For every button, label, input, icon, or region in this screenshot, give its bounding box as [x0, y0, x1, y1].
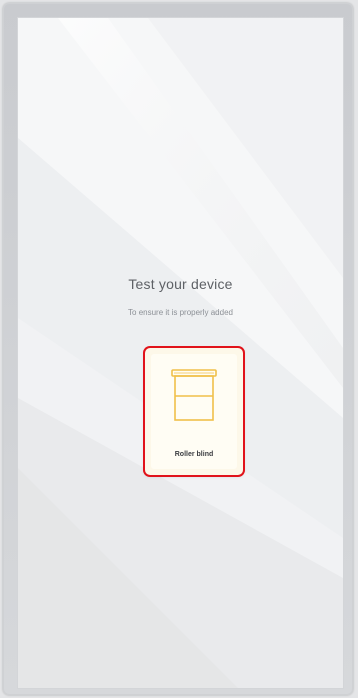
page-subtitle: To ensure it is properly added [128, 308, 233, 317]
device-label: Roller blind [174, 451, 214, 458]
roller-blind-icon [171, 369, 217, 421]
page-title: Test your device [128, 276, 233, 292]
device-card-roller-blind[interactable]: Roller blind [145, 348, 243, 475]
device-frame: Test your device To ensure it is properl… [3, 3, 353, 695]
app-screen: Test your device To ensure it is properl… [18, 18, 343, 688]
